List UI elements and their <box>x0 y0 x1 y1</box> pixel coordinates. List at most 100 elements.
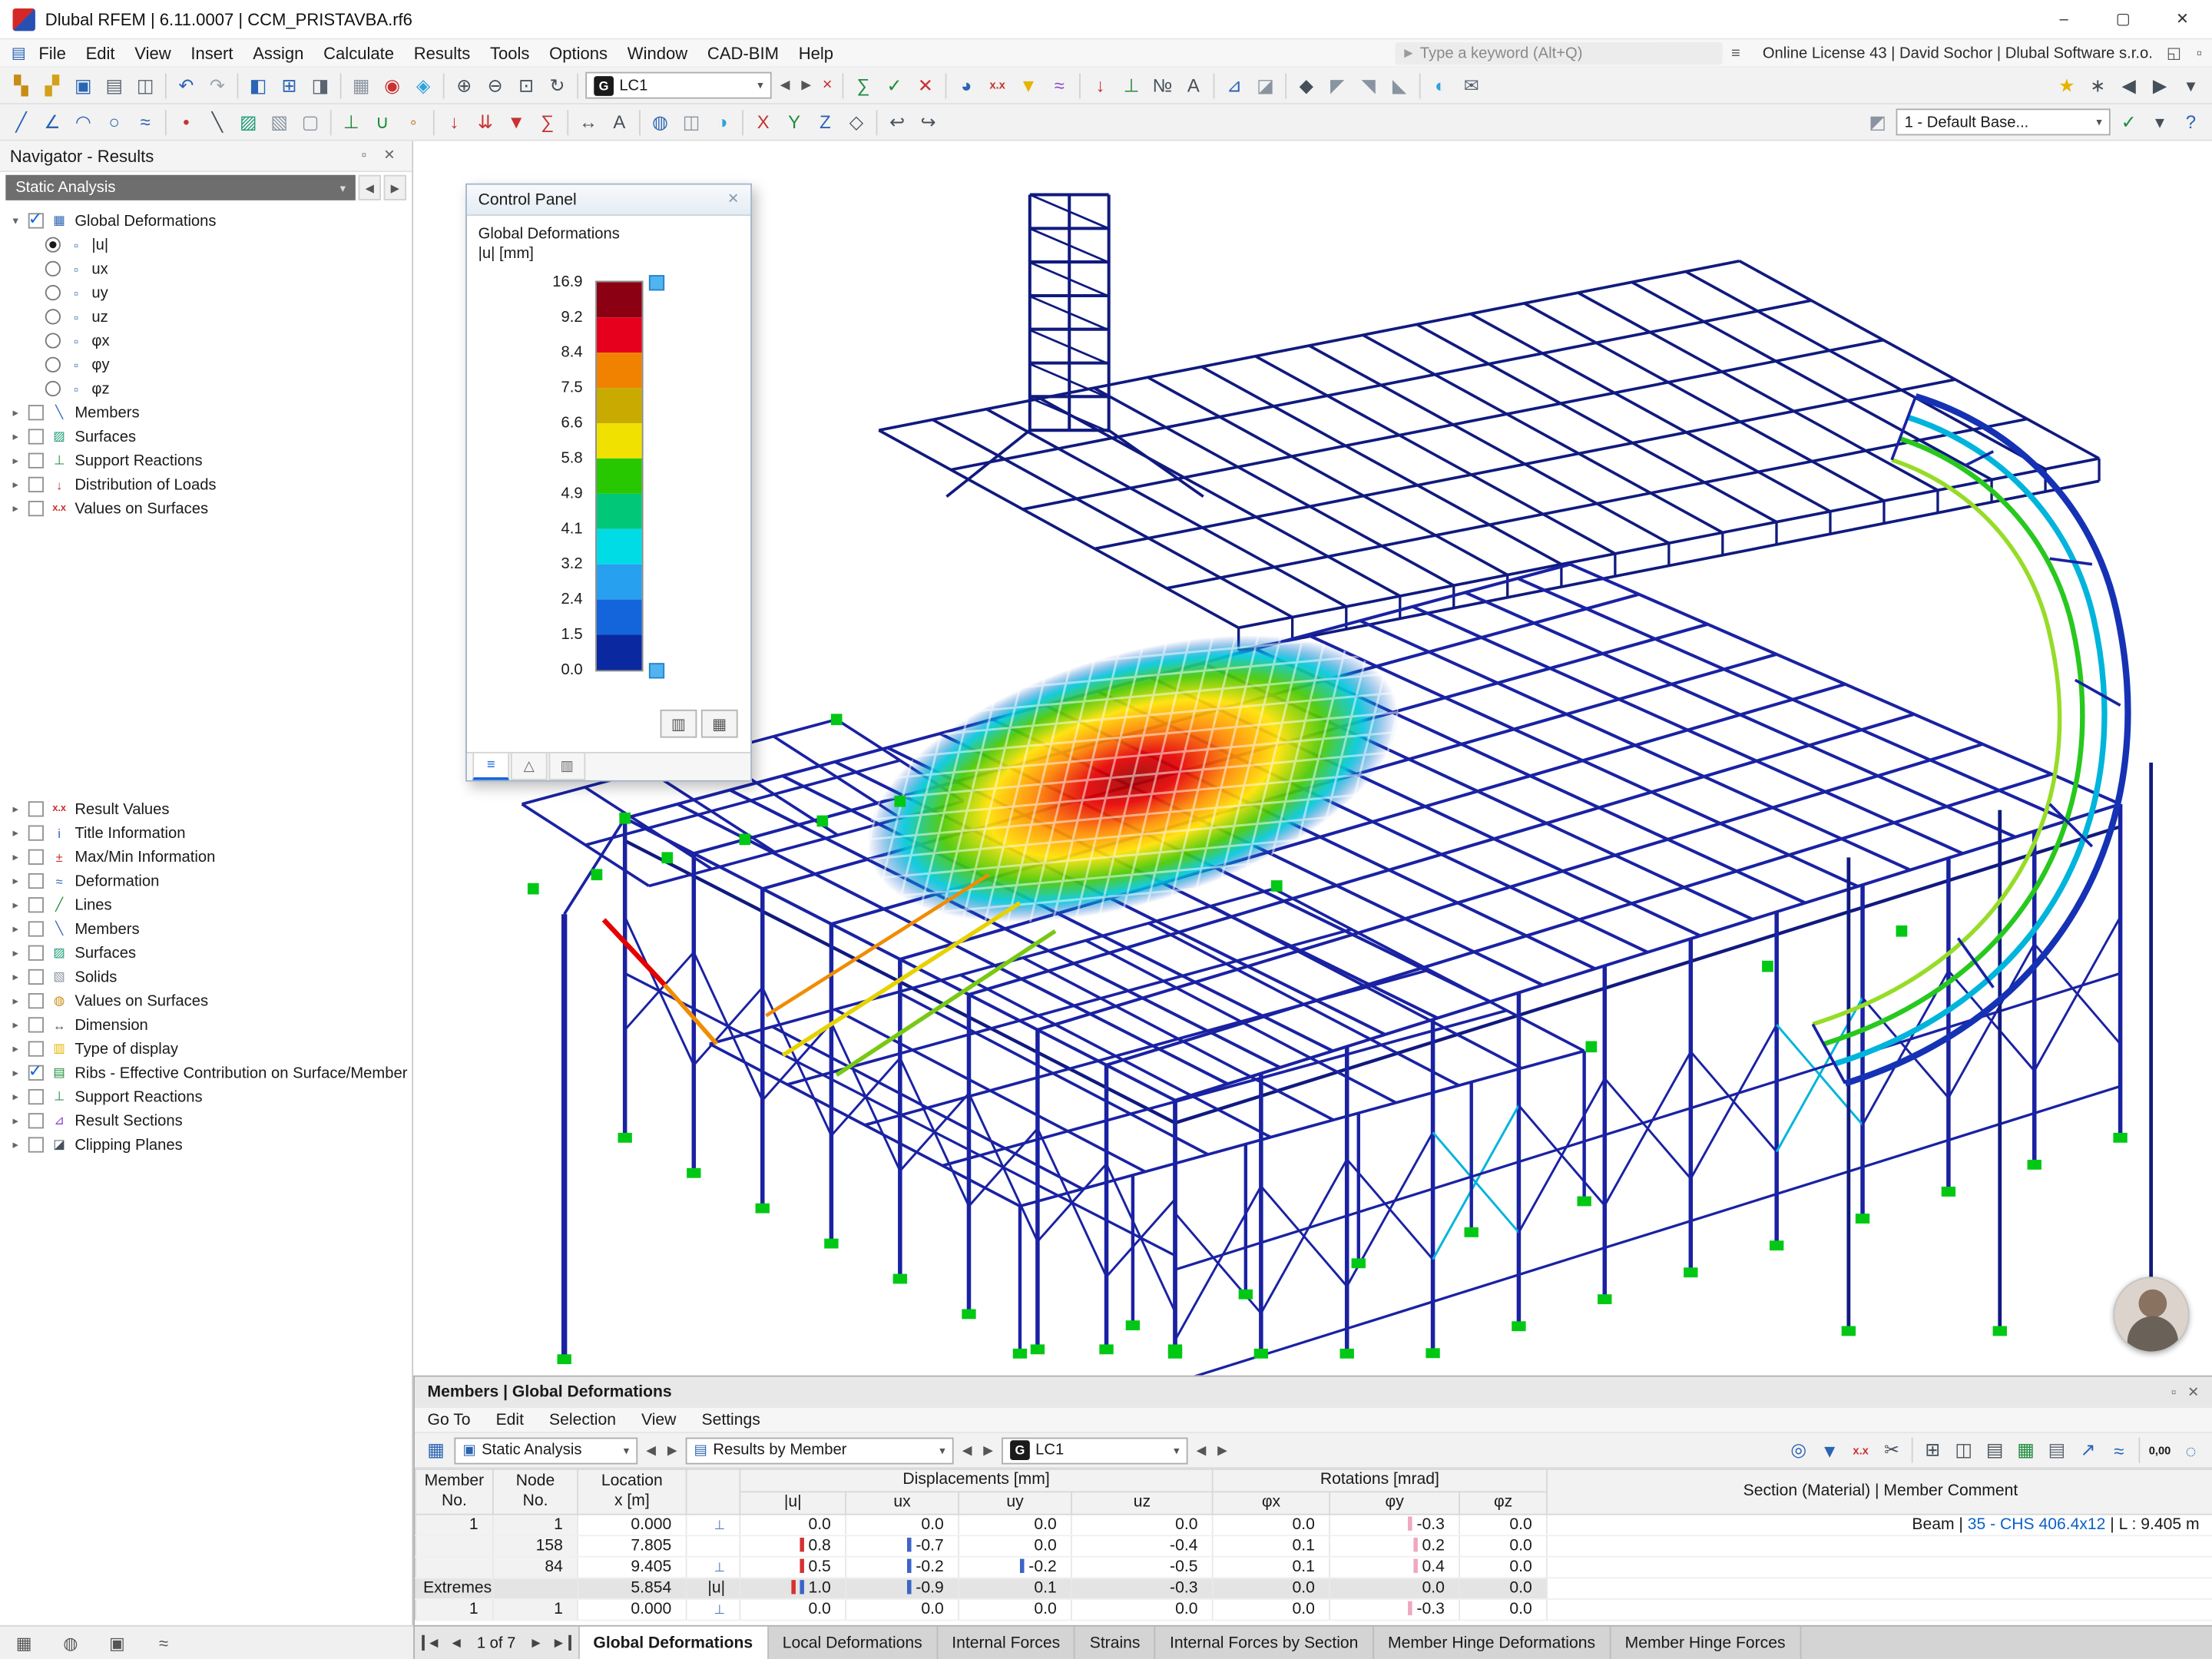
area-load-icon[interactable]: ▼ <box>502 108 531 137</box>
close-button[interactable]: ✕ <box>2153 0 2212 38</box>
isometric-icon[interactable]: ◇ <box>842 108 872 137</box>
expand-icon[interactable]: ▸ <box>8 1042 22 1055</box>
cell-phiz[interactable]: 0.0 <box>1459 1515 1547 1536</box>
help-icon[interactable]: ? <box>2176 108 2206 137</box>
keyword-search-input[interactable]: ▶ Type a keyword (Alt+Q) <box>1396 41 1723 64</box>
table-row[interactable]: 110.000⊥0.00.00.00.00.0-0.30.0 <box>416 1599 2212 1621</box>
display-icon[interactable]: ▦ <box>8 1629 39 1657</box>
visibility-mode-icon[interactable]: ◍ <box>645 108 675 137</box>
col-phix[interactable]: φx <box>1213 1492 1330 1514</box>
visual-style-icon[interactable]: ◩ <box>1863 108 1892 137</box>
cell-phix[interactable]: 0.0 <box>1213 1599 1330 1621</box>
dock-panel-icon[interactable]: ◱ <box>2161 41 2187 64</box>
camera-icon[interactable]: ▣ <box>101 1629 132 1657</box>
col-node[interactable]: NodeNo. <box>493 1469 578 1515</box>
cell-uz[interactable]: -0.5 <box>1071 1557 1213 1578</box>
line-tool-icon[interactable]: ╱ <box>6 108 36 137</box>
nav-item-dimension[interactable]: ▸↔Dimension <box>0 1013 412 1037</box>
grid-icon[interactable]: ▦ <box>346 71 376 101</box>
render-mode-icon[interactable]: ◐ <box>1426 71 1455 101</box>
cell-uy[interactable]: 0.0 <box>959 1535 1071 1557</box>
scale-color-swatch[interactable] <box>597 317 642 353</box>
member-tool-icon[interactable]: ╲ <box>203 108 233 137</box>
close-table-icon[interactable]: ✕ <box>2187 1385 2199 1400</box>
scale-color-swatch[interactable] <box>597 529 642 565</box>
mail-icon[interactable]: ✉ <box>1456 71 1486 101</box>
view-axis-y-icon[interactable]: Y <box>780 108 810 137</box>
checkbox[interactable] <box>28 873 44 889</box>
table-next-load-case-button[interactable]: ▶ <box>1213 1435 1233 1465</box>
checkbox[interactable] <box>28 1089 44 1104</box>
numbering-icon[interactable]: № <box>1147 71 1177 101</box>
favorites-icon[interactable]: ★ <box>2052 71 2082 101</box>
radio-button[interactable] <box>45 333 61 348</box>
cell-u[interactable]: 0.5 <box>740 1557 846 1578</box>
expand-icon[interactable]: ▸ <box>8 406 22 419</box>
table-view-icon[interactable]: ⊞ <box>1918 1435 1948 1465</box>
radio-button[interactable] <box>45 261 61 276</box>
checkbox[interactable] <box>28 1041 44 1057</box>
cell-phiy[interactable]: 0.0 <box>1330 1578 1459 1599</box>
base-combo[interactable]: 1 - Default Base...▾ <box>1896 108 2111 135</box>
cell-node-no[interactable]: 1 <box>493 1515 578 1536</box>
nav-item-members[interactable]: ▸╲Members <box>0 401 412 425</box>
panels-toggle-icon[interactable]: ◨ <box>306 71 336 101</box>
cell-phiz[interactable]: 0.0 <box>1459 1557 1547 1578</box>
nav-item-load-distribution[interactable]: ▸↓Distribution of Loads <box>0 472 412 496</box>
user-avatar[interactable] <box>2113 1277 2189 1353</box>
toolbar-next-load-case-button[interactable]: ▶ <box>796 71 816 101</box>
table-settings-icon[interactable]: ▦ <box>421 1435 451 1465</box>
redo-icon[interactable]: ↷ <box>203 71 233 101</box>
menu-assign[interactable]: Assign <box>243 39 313 66</box>
deformation-component-ux[interactable]: ▫ux <box>0 257 412 280</box>
radio-button[interactable] <box>45 309 61 324</box>
results-by-combo[interactable]: ▤Results by Member▾ <box>686 1437 954 1464</box>
cell-phiy[interactable]: 0.2 <box>1330 1535 1459 1557</box>
cell-member-no[interactable] <box>416 1535 493 1557</box>
checkbox[interactable] <box>28 825 44 840</box>
checkbox[interactable] <box>28 921 44 936</box>
checkbox[interactable] <box>28 1017 44 1032</box>
cell-uy[interactable]: 0.1 <box>959 1578 1071 1599</box>
col-location[interactable]: Locationx [m] <box>578 1469 686 1515</box>
checkbox[interactable] <box>28 993 44 1008</box>
arc-tool-icon[interactable]: ◠ <box>68 108 98 137</box>
dimension-tool-icon[interactable]: ↔ <box>574 108 604 137</box>
clipping-box-icon[interactable]: ◪ <box>1250 71 1280 101</box>
analysis-type-combo[interactable]: Static Analysis ▾ <box>5 175 356 200</box>
print-table-icon[interactable]: ▤ <box>2042 1435 2072 1465</box>
tab-filter[interactable]: ▥ <box>548 753 585 780</box>
zoom-window-icon[interactable]: ⊡ <box>512 71 541 101</box>
menu-calculate[interactable]: Calculate <box>313 39 404 66</box>
cell-u[interactable]: 0.8 <box>740 1535 846 1557</box>
cell-u[interactable]: 0.0 <box>740 1515 846 1536</box>
sync-selection-icon[interactable]: ◎ <box>1784 1435 1814 1465</box>
expand-icon[interactable]: ▸ <box>8 1114 22 1128</box>
tab-internal-forces-by-section[interactable]: Internal Forces by Section <box>1156 1627 1374 1659</box>
export-table-icon[interactable]: ↗ <box>2073 1435 2103 1465</box>
nav-item-members[interactable]: ▸╲Members <box>0 917 412 941</box>
col-phiz[interactable]: φz <box>1459 1492 1547 1514</box>
table-load-case-combo[interactable]: GLC1▾ <box>1002 1437 1187 1464</box>
settings-icon[interactable]: ∗ <box>2083 71 2113 101</box>
member-load-icon[interactable]: ⇊ <box>471 108 501 137</box>
menu-options[interactable]: Options <box>539 39 618 66</box>
tables-toggle-icon[interactable]: ⊞ <box>274 71 304 101</box>
search-values-icon[interactable]: x.x <box>1846 1435 1876 1465</box>
expand-icon[interactable]: ▸ <box>8 430 22 443</box>
display-properties-icon[interactable]: ◑ <box>707 108 737 137</box>
view-z-icon[interactable]: ◣ <box>1385 71 1415 101</box>
table-menu-settings[interactable]: Settings <box>689 1412 773 1429</box>
navigator-toggle-icon[interactable]: ◧ <box>243 71 273 101</box>
cell-ux[interactable]: -0.9 <box>846 1578 959 1599</box>
previous-analysis-button[interactable]: ◀ <box>359 175 381 200</box>
nodal-load-display-icon[interactable]: ↓ <box>1085 71 1115 101</box>
expand-icon[interactable]: ▸ <box>8 946 22 959</box>
table-row[interactable]: 849.405⊥0.5-0.2-0.2-0.50.10.40.0 <box>416 1557 2212 1578</box>
table-row[interactable]: 1587.8050.8-0.70.0-0.40.10.20.0 <box>416 1535 2212 1557</box>
deformation-component-uz[interactable]: ▫uz <box>0 305 412 329</box>
result-values-icon[interactable]: x.x <box>982 71 1012 101</box>
stop-calculation-icon[interactable]: ✕ <box>911 71 941 101</box>
cell-phiz[interactable]: 0.0 <box>1459 1535 1547 1557</box>
opening-tool-icon[interactable]: ▢ <box>296 108 326 137</box>
